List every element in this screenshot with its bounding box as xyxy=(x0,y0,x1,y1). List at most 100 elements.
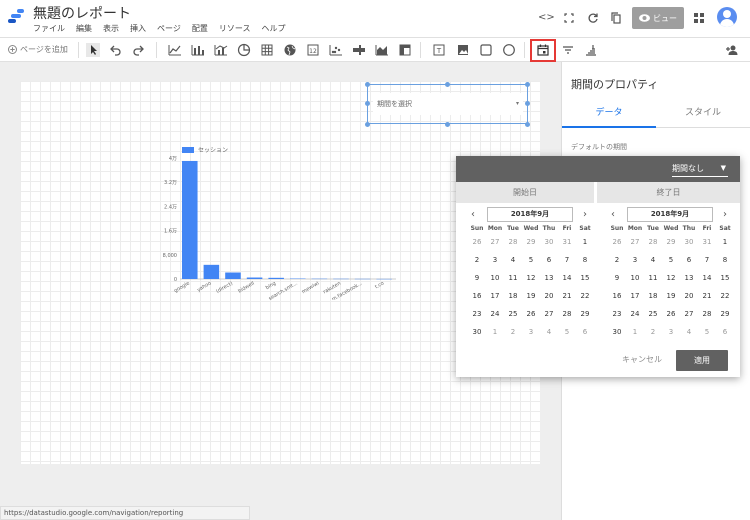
tab-data[interactable]: データ xyxy=(562,100,656,128)
rectangle-icon[interactable] xyxy=(479,43,493,57)
time-series-chart-icon[interactable] xyxy=(168,43,182,57)
resize-handle[interactable] xyxy=(445,82,450,87)
start-day-cell[interactable]: 5 xyxy=(558,325,576,343)
tab-style[interactable]: スタイル xyxy=(656,100,750,128)
start-day-cell[interactable]: 20 xyxy=(540,289,558,307)
combo-chart-icon[interactable] xyxy=(214,43,228,57)
period-preset-select[interactable]: 期間なし ▼ xyxy=(672,163,728,177)
start-day-cell[interactable]: 24 xyxy=(486,307,504,325)
report-title[interactable]: 無題のレポート xyxy=(33,3,131,23)
date-range-field[interactable]: 期間を選択 ▾ xyxy=(373,93,523,115)
end-day-cell[interactable]: 14 xyxy=(698,271,716,289)
pie-chart-icon[interactable] xyxy=(237,43,251,57)
start-day-cell[interactable]: 25 xyxy=(504,307,522,325)
scorecard-icon[interactable]: 12 xyxy=(306,43,320,57)
start-day-cell[interactable]: 26 xyxy=(522,307,540,325)
filter-control-icon[interactable] xyxy=(561,43,575,57)
end-day-cell[interactable]: 10 xyxy=(626,271,644,289)
end-day-cell[interactable]: 3 xyxy=(662,325,680,343)
start-day-cell[interactable]: 3 xyxy=(486,253,504,271)
end-day-cell[interactable]: 26 xyxy=(662,307,680,325)
end-day-cell[interactable]: 9 xyxy=(608,271,626,289)
start-day-cell[interactable]: 12 xyxy=(522,271,540,289)
start-day-cell[interactable]: 10 xyxy=(486,271,504,289)
cancel-button[interactable]: キャンセル xyxy=(622,354,662,365)
end-day-cell[interactable]: 2 xyxy=(644,325,662,343)
end-day-cell[interactable]: 29 xyxy=(716,307,734,325)
start-day-cell[interactable]: 2 xyxy=(468,253,486,271)
resize-handle[interactable] xyxy=(365,101,370,106)
end-day-cell[interactable]: 31 xyxy=(698,235,716,253)
next-month-icon[interactable]: › xyxy=(580,209,590,220)
add-page-button[interactable]: ページを追加 xyxy=(8,44,68,55)
start-day-cell[interactable]: 5 xyxy=(522,253,540,271)
menu-arrange[interactable]: 配置 xyxy=(192,23,208,34)
start-day-cell[interactable]: 8 xyxy=(576,253,594,271)
end-day-cell[interactable]: 6 xyxy=(680,253,698,271)
start-day-cell[interactable]: 21 xyxy=(558,289,576,307)
bar-chart-icon[interactable] xyxy=(191,43,205,57)
next-month-icon[interactable]: › xyxy=(720,209,730,220)
resize-handle[interactable] xyxy=(525,82,530,87)
prev-month-icon[interactable]: ‹ xyxy=(468,209,478,220)
start-day-cell[interactable]: 31 xyxy=(558,235,576,253)
start-day-cell[interactable]: 30 xyxy=(468,325,486,343)
start-day-cell[interactable]: 1 xyxy=(576,235,594,253)
embed-code-icon[interactable]: <> xyxy=(538,11,555,25)
end-day-cell[interactable]: 3 xyxy=(626,253,644,271)
share-add-person-icon[interactable] xyxy=(725,43,739,57)
start-day-cell[interactable]: 15 xyxy=(576,271,594,289)
end-day-cell[interactable]: 24 xyxy=(626,307,644,325)
end-day-cell[interactable]: 2 xyxy=(608,253,626,271)
data-control-icon[interactable] xyxy=(584,43,598,57)
resize-handle[interactable] xyxy=(525,122,530,127)
end-day-cell[interactable]: 5 xyxy=(662,253,680,271)
user-avatar[interactable] xyxy=(717,7,737,27)
end-day-cell[interactable]: 8 xyxy=(716,253,734,271)
end-day-cell[interactable]: 11 xyxy=(644,271,662,289)
circle-icon[interactable] xyxy=(502,43,516,57)
end-day-cell[interactable]: 4 xyxy=(680,325,698,343)
end-day-cell[interactable]: 5 xyxy=(698,325,716,343)
start-day-cell[interactable]: 2 xyxy=(504,325,522,343)
end-day-cell[interactable]: 30 xyxy=(680,235,698,253)
start-day-cell[interactable]: 27 xyxy=(540,307,558,325)
end-day-cell[interactable]: 21 xyxy=(698,289,716,307)
select-pointer-icon[interactable] xyxy=(86,43,100,57)
geo-map-icon[interactable] xyxy=(283,43,297,57)
start-day-cell[interactable]: 26 xyxy=(468,235,486,253)
start-day-cell[interactable]: 1 xyxy=(486,325,504,343)
start-day-cell[interactable]: 30 xyxy=(540,235,558,253)
start-day-cell[interactable]: 23 xyxy=(468,307,486,325)
menu-resource[interactable]: リソース xyxy=(219,23,251,34)
end-day-cell[interactable]: 19 xyxy=(662,289,680,307)
start-day-cell[interactable]: 4 xyxy=(504,253,522,271)
end-day-cell[interactable]: 15 xyxy=(716,271,734,289)
menu-help[interactable]: ヘルプ xyxy=(261,23,285,34)
apply-button[interactable]: 適用 xyxy=(676,350,728,371)
end-day-cell[interactable]: 13 xyxy=(680,271,698,289)
end-day-cell[interactable]: 4 xyxy=(644,253,662,271)
end-day-cell[interactable]: 27 xyxy=(626,235,644,253)
end-day-cell[interactable]: 7 xyxy=(698,253,716,271)
date-range-icon[interactable] xyxy=(536,43,550,57)
view-button[interactable]: ビュー xyxy=(632,7,684,29)
start-day-cell[interactable]: 22 xyxy=(576,289,594,307)
end-day-cell[interactable]: 27 xyxy=(680,307,698,325)
start-day-cell[interactable]: 14 xyxy=(558,271,576,289)
fullscreen-icon[interactable] xyxy=(562,11,576,25)
start-day-cell[interactable]: 16 xyxy=(468,289,486,307)
start-day-cell[interactable]: 6 xyxy=(540,253,558,271)
bullet-chart-icon[interactable] xyxy=(352,43,366,57)
end-day-cell[interactable]: 22 xyxy=(716,289,734,307)
prev-month-icon[interactable]: ‹ xyxy=(608,209,618,220)
end-day-cell[interactable]: 23 xyxy=(608,307,626,325)
refresh-icon[interactable] xyxy=(586,11,600,25)
start-day-cell[interactable]: 28 xyxy=(558,307,576,325)
data-studio-logo-icon[interactable] xyxy=(8,8,24,24)
pivot-table-icon[interactable] xyxy=(398,43,412,57)
month-select[interactable]: 2018年9月 xyxy=(627,207,713,222)
bar-chart[interactable]: セッション 4万 3.2万 2.4万 1.6万 8,000 0 google yahoo (di… xyxy=(140,140,410,303)
end-day-cell[interactable]: 29 xyxy=(662,235,680,253)
end-day-cell[interactable]: 1 xyxy=(716,235,734,253)
